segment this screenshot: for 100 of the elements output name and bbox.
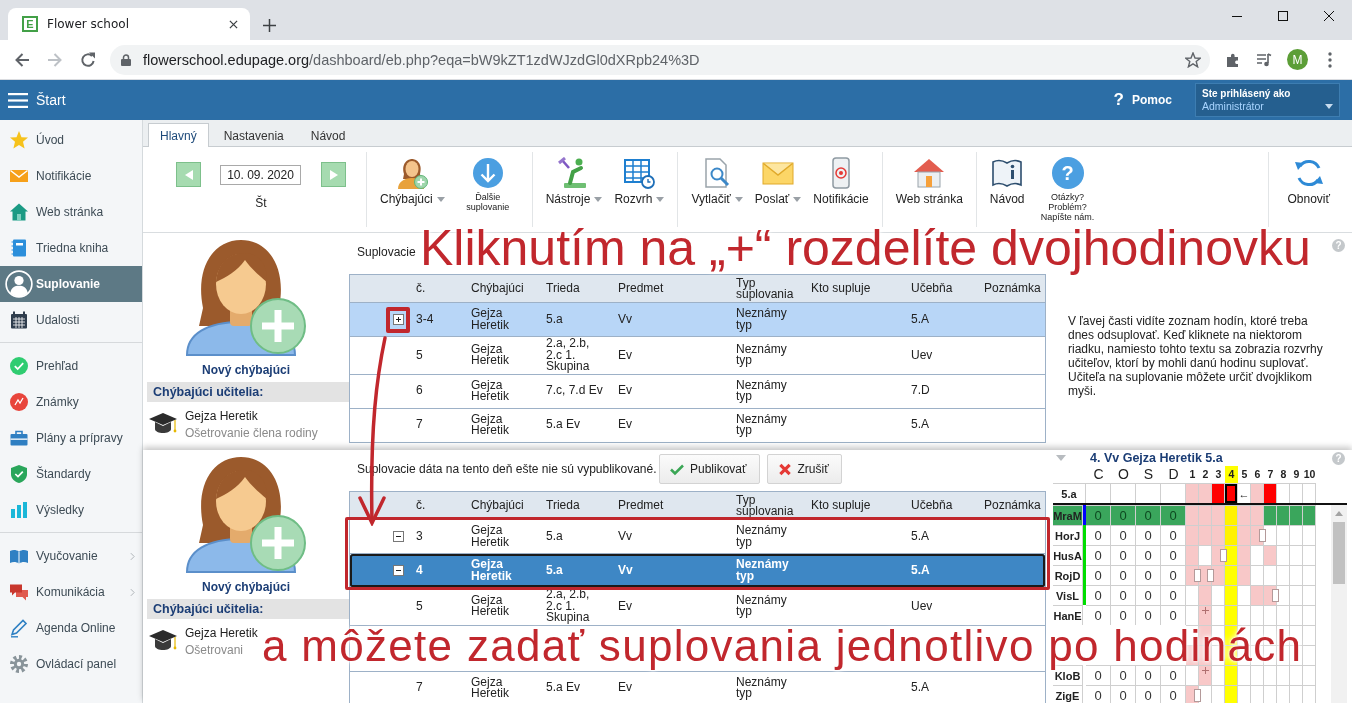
- teacher-code[interactable]: ZigE: [1053, 685, 1083, 703]
- table-cell: 5.a: [546, 311, 563, 326]
- minimize-icon[interactable]: [1232, 15, 1242, 17]
- table-cell: 6: [416, 383, 423, 398]
- section-heading: Chýbajúci učitelia:: [147, 382, 349, 402]
- teacher-code[interactable]: HanE: [1053, 605, 1083, 625]
- publish-button[interactable]: Publikovať: [659, 454, 760, 484]
- sidebar-item[interactable]: Plány a prípravy: [0, 420, 142, 456]
- table-cell: 0: [1111, 585, 1136, 605]
- table-cell: Vv: [618, 311, 632, 326]
- table-cell: Uev: [911, 598, 933, 613]
- browser-tab[interactable]: E Flower school: [8, 8, 250, 40]
- table-row[interactable]: 4 Gejza Heretik 5.a Vv Neznámy typ 5.A: [350, 554, 1045, 588]
- sidebar-item[interactable]: Úvod: [0, 122, 142, 158]
- table-cell: 5.a Ev: [546, 417, 581, 432]
- shield-icon: [9, 464, 29, 484]
- table-cell: Ev: [618, 417, 632, 432]
- sidebar-item[interactable]: Suplovanie: [0, 266, 142, 302]
- teacher-code[interactable]: MraM: [1053, 505, 1083, 525]
- person-icon: [5, 270, 33, 298]
- column-header: Typ suplovania: [736, 492, 794, 518]
- table-row[interactable]: 6 Gejza Heretik 7.c, 7.d Ev Ev Neznámy typ 7.D: [350, 374, 1045, 409]
- sidebar-item[interactable]: Ovládací panel: [0, 646, 142, 682]
- table-cell: Gejza Heretik: [471, 411, 509, 437]
- new-tab-icon[interactable]: [263, 19, 276, 32]
- table-row[interactable]: 7 Gejza Heretik 5.a Ev Ev Neznámy typ 5.A: [350, 671, 1045, 703]
- address-bar[interactable]: flowerschool.edupage.org/dashboard/eb.php?eqa=bW9kZT1zdWJzdGl0dXRpb24%3D: [110, 44, 1210, 75]
- close-icon[interactable]: [1324, 11, 1334, 21]
- sidebar-item[interactable]: Štandardy: [0, 456, 142, 492]
- menu-button[interactable]: Štart: [0, 80, 66, 120]
- notice-text: Suplovacie: [357, 245, 416, 259]
- scrollbar[interactable]: [1331, 505, 1347, 703]
- sidebar-item[interactable]: Komunikácia: [0, 574, 142, 610]
- table-cell: 0: [1086, 525, 1111, 545]
- add-person-icon[interactable]: [183, 238, 309, 356]
- tab[interactable]: Hlavný: [148, 123, 209, 147]
- close-icon[interactable]: [229, 19, 238, 29]
- table-row[interactable]: 7 Gejza Heretik 5.a Ev Ev Neznámy typ 5.A: [350, 408, 1045, 443]
- table-cell: Gejza Heretik: [471, 341, 509, 368]
- table-cell: 5.A: [911, 680, 929, 695]
- reload-icon[interactable]: [80, 51, 96, 68]
- add-person-icon[interactable]: [183, 455, 309, 573]
- period-header: 9: [1292, 467, 1301, 482]
- menu-dots-icon[interactable]: [1328, 51, 1332, 68]
- sidebar-item[interactable]: Udalosti: [0, 302, 142, 338]
- scrollbar-thumb[interactable]: [1333, 522, 1345, 584]
- minus-box-icon[interactable]: [393, 531, 404, 542]
- tab[interactable]: Návod: [298, 124, 358, 147]
- class-name: 5.a: [1061, 487, 1077, 500]
- table-cell: 0: [1161, 505, 1186, 525]
- triangle-left-icon: [184, 169, 193, 180]
- caret-down-icon: [1325, 104, 1333, 109]
- help-button[interactable]: ? Pomoc: [1113, 80, 1172, 120]
- table-row[interactable]: 5 Gejza Heretik 2.a, 2.b, 2.c 1. Skupina Ev Neznámy typ Uev: [350, 337, 1045, 375]
- add-absence-link[interactable]: Nový chýbajúci: [202, 363, 290, 377]
- column-header: Predmet: [618, 498, 664, 512]
- table-cell: Gejza Heretik: [471, 674, 509, 700]
- table-cell: 0: [1086, 605, 1111, 625]
- marker-icon: [1259, 529, 1266, 542]
- column-header: Chýbajúci: [471, 281, 524, 295]
- tab[interactable]: Nastavenia: [211, 124, 296, 147]
- sidebar-item[interactable]: Agenda Online: [0, 610, 142, 646]
- column-header: Učebňa: [911, 281, 953, 295]
- section-heading: Chýbajúci učitelia:: [147, 599, 349, 619]
- bookmark-star-icon[interactable]: [1185, 51, 1201, 68]
- maximize-icon[interactable]: [1278, 11, 1288, 21]
- notebook-icon: [9, 238, 29, 258]
- back-icon[interactable]: [14, 51, 30, 68]
- calendar-icon: [9, 310, 29, 330]
- cancel-button[interactable]: Zrušiť: [766, 454, 842, 484]
- playlist-icon[interactable]: [1256, 51, 1272, 68]
- day-header: C: [1093, 466, 1104, 482]
- sidebar-item[interactable]: Prehľad: [0, 348, 142, 384]
- sidebar-item[interactable]: Vyučovanie: [0, 538, 142, 574]
- help-text: V ľavej časti vidíte zoznam hodín, ktoré treba dnes odsuplovať. Keď kliknete na niektorom riadku, namiesto tohto textu sa zobrazia rozvrhy učiteľov, ktorí by mohli danú hodinu suplovať. Učiteľa na suplovanie môžete určiť dvojklikom myši.: [1068, 314, 1324, 398]
- add-absence-link[interactable]: Nový chýbajúci: [202, 580, 290, 594]
- table-cell: 0: [1136, 685, 1161, 703]
- table-cell: 0: [1136, 505, 1161, 525]
- column-header: Poznámka: [984, 498, 1041, 512]
- sidebar-item[interactable]: Výsledky: [0, 492, 142, 528]
- table-cell: Gejza Heretik: [471, 557, 512, 583]
- table-cell: 7: [416, 680, 423, 695]
- user-menu[interactable]: Ste prihlásený ako Administrátor: [1195, 83, 1340, 117]
- sidebar-item[interactable]: Web stránka: [0, 194, 142, 230]
- column-header: Chýbajúci: [471, 498, 524, 512]
- column-header: Typ suplovania: [736, 275, 794, 301]
- sidebar-item[interactable]: Známky: [0, 384, 142, 420]
- table-cell: 0: [1111, 685, 1136, 703]
- sidebar-item[interactable]: Triedna kniha: [0, 230, 142, 266]
- minus-box-icon[interactable]: [393, 565, 404, 576]
- table-cell: Gejza Heretik: [471, 306, 509, 332]
- day-header: S: [1143, 466, 1154, 482]
- marker-icon: [1220, 549, 1227, 562]
- column-header: Poznámka: [984, 281, 1041, 295]
- date-field[interactable]: 10. 09. 2020: [220, 164, 301, 185]
- puzzle-icon[interactable]: [1225, 51, 1241, 68]
- table-row[interactable]: 3-4 Gejza Heretik 5.a Vv Neznámy typ 5.A: [350, 303, 1045, 337]
- table-cell: 5.A: [911, 311, 929, 326]
- plus-box-icon[interactable]: [393, 314, 404, 325]
- sidebar-item[interactable]: Notifikácie: [0, 158, 142, 194]
